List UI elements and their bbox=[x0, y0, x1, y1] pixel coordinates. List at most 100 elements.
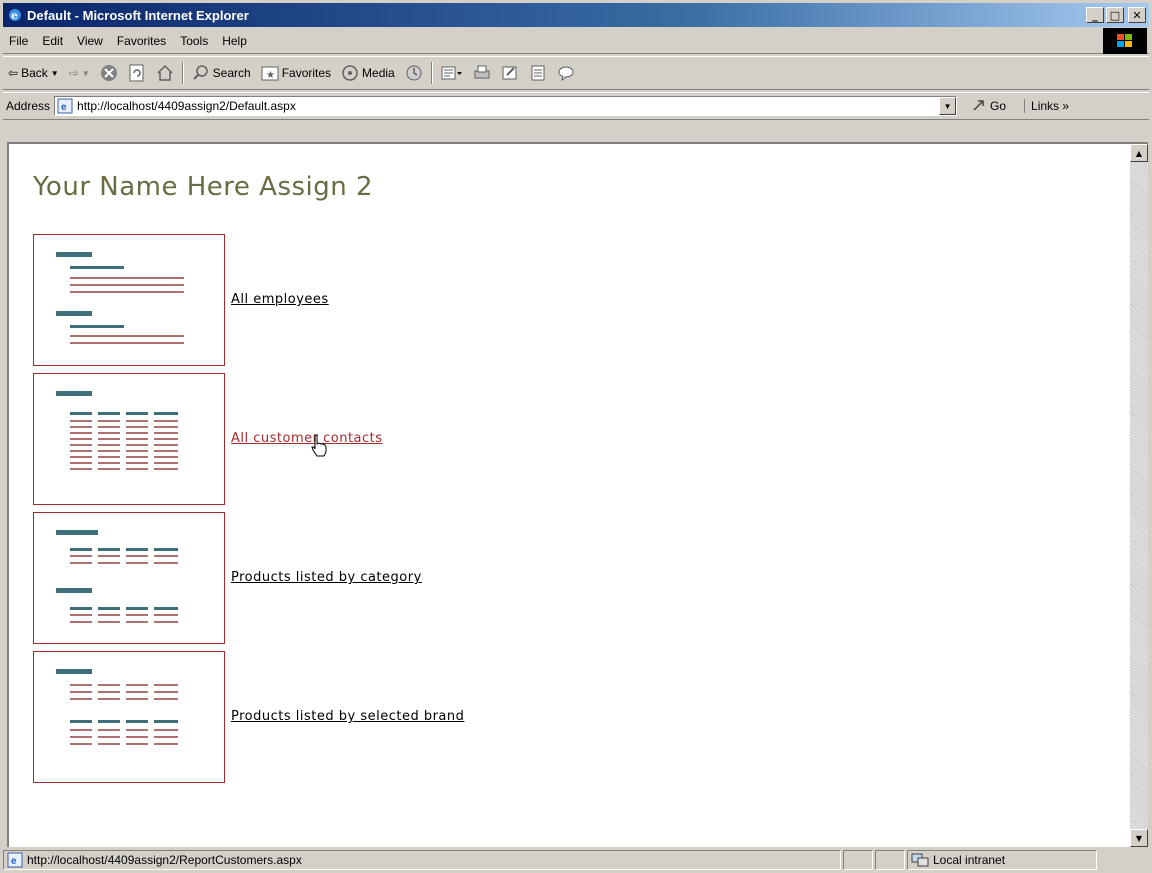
page-content: Your Name Here Assign 2 All employees Al… bbox=[9, 144, 1127, 847]
search-icon bbox=[192, 65, 208, 80]
dropdown-arrow-icon[interactable]: ▼ bbox=[51, 69, 59, 78]
media-button[interactable]: Media bbox=[336, 60, 400, 86]
forward-button[interactable]: ⇨ ▼ bbox=[64, 60, 95, 86]
scroll-down-button[interactable]: ▼ bbox=[1130, 829, 1148, 847]
back-label: Back bbox=[21, 66, 48, 80]
messenger-icon bbox=[558, 66, 574, 82]
address-input[interactable]: e http://localhost/4409assign2/Default.a… bbox=[54, 96, 958, 116]
toolbar-separator bbox=[430, 62, 433, 84]
report-thumbnail-grouped-table[interactable] bbox=[33, 512, 225, 644]
chevron-right-icon: » bbox=[1062, 99, 1070, 113]
report-thumbnail-table-columns[interactable] bbox=[33, 373, 225, 505]
discuss-button[interactable] bbox=[524, 60, 552, 86]
favorites-icon: ★ bbox=[261, 66, 279, 81]
menu-file[interactable]: File bbox=[3, 34, 35, 48]
standard-toolbar: ⇦ Back ▼ ⇨ ▼ Search ★ Favorites Media bbox=[3, 56, 1149, 90]
menu-help[interactable]: Help bbox=[215, 34, 254, 48]
windows-logo-icon bbox=[1103, 28, 1147, 54]
scroll-up-button[interactable]: ▲ bbox=[1130, 144, 1148, 162]
svg-text:e: e bbox=[11, 9, 18, 22]
svg-text:e: e bbox=[61, 102, 67, 113]
svg-text:★: ★ bbox=[266, 70, 275, 81]
refresh-icon bbox=[129, 64, 144, 82]
report-link-products-by-brand[interactable]: Products listed by selected brand bbox=[231, 709, 464, 724]
report-link-all-customer-contacts[interactable]: All customer contacts bbox=[231, 431, 383, 446]
discuss-icon bbox=[531, 65, 545, 81]
status-text: http://localhost/4409assign2/ReportCusto… bbox=[27, 853, 302, 867]
table-columns-icon bbox=[56, 391, 178, 470]
history-icon bbox=[406, 65, 422, 81]
zone-label: Local intranet bbox=[933, 853, 1006, 867]
hand-cursor-icon bbox=[311, 434, 327, 457]
page-viewport: Your Name Here Assign 2 All employees Al… bbox=[7, 142, 1148, 847]
go-button[interactable]: Go bbox=[971, 98, 1006, 114]
title-bar[interactable]: e Default - Microsoft Internet Explorer … bbox=[3, 3, 1149, 27]
stop-button[interactable] bbox=[95, 60, 123, 86]
print-icon bbox=[474, 65, 490, 79]
favorites-button[interactable]: ★ Favorites bbox=[256, 60, 336, 86]
maximize-button[interactable]: □ bbox=[1106, 7, 1124, 23]
messenger-button[interactable] bbox=[552, 60, 580, 86]
report-link-all-employees[interactable]: All employees bbox=[231, 292, 329, 307]
page-title: Your Name Here Assign 2 bbox=[33, 172, 374, 202]
grouped-list-icon bbox=[56, 252, 184, 344]
go-label: Go bbox=[990, 99, 1007, 113]
close-button[interactable]: ✕ bbox=[1128, 7, 1146, 23]
intranet-icon bbox=[911, 853, 929, 867]
home-icon bbox=[157, 64, 173, 81]
stop-icon bbox=[100, 65, 117, 81]
links-label: Links bbox=[1031, 99, 1060, 113]
window-title: Default - Microsoft Internet Explorer bbox=[27, 7, 249, 23]
address-dropdown-button[interactable]: ▼ bbox=[939, 97, 957, 115]
status-main-panel: e http://localhost/4409assign2/ReportCus… bbox=[3, 850, 841, 870]
address-url: http://localhost/4409assign2/Default.asp… bbox=[77, 99, 296, 113]
menu-edit[interactable]: Edit bbox=[35, 34, 70, 48]
print-button[interactable] bbox=[468, 60, 496, 86]
back-arrow-icon: ⇦ bbox=[8, 66, 19, 80]
grouped-table-alt-icon bbox=[56, 669, 178, 745]
mail-icon bbox=[441, 66, 462, 80]
mail-button[interactable] bbox=[436, 60, 468, 86]
vertical-scrollbar[interactable]: ▲ ▼ bbox=[1130, 144, 1148, 847]
favorites-label: Favorites bbox=[281, 66, 332, 80]
menu-view[interactable]: View bbox=[70, 34, 110, 48]
browser-window: e Default - Microsoft Internet Explorer … bbox=[0, 0, 1152, 873]
edit-icon bbox=[502, 66, 517, 80]
search-label: Search bbox=[212, 66, 251, 80]
menu-bar: File Edit View Favorites Tools Help bbox=[3, 28, 1149, 54]
minimize-button[interactable]: _ bbox=[1086, 7, 1104, 23]
dropdown-arrow-icon[interactable]: ▼ bbox=[82, 69, 90, 78]
toolbar-separator bbox=[181, 62, 184, 84]
search-button[interactable]: Search bbox=[187, 60, 256, 86]
security-zone-panel: Local intranet bbox=[907, 850, 1097, 870]
go-arrow-icon bbox=[973, 100, 984, 111]
report-thumbnail-grouped-list[interactable] bbox=[33, 234, 225, 366]
ie-page-icon: e bbox=[57, 98, 73, 114]
status-panel bbox=[875, 850, 905, 870]
menu-tools[interactable]: Tools bbox=[173, 34, 215, 48]
home-button[interactable] bbox=[151, 60, 179, 86]
ie-icon: e bbox=[9, 9, 21, 22]
edit-button[interactable] bbox=[496, 60, 524, 86]
svg-text:e: e bbox=[11, 856, 17, 867]
status-panel bbox=[843, 850, 873, 870]
report-row: All customer contacts bbox=[33, 373, 733, 507]
refresh-button[interactable] bbox=[123, 60, 151, 86]
report-row: All employees bbox=[33, 234, 733, 368]
address-label: Address bbox=[6, 99, 51, 113]
window-controls: _ □ ✕ bbox=[1086, 7, 1146, 23]
report-thumbnail-grouped-table-alt[interactable] bbox=[33, 651, 225, 783]
ie-page-icon: e bbox=[7, 852, 23, 868]
media-label: Media bbox=[362, 66, 395, 80]
back-button[interactable]: ⇦ Back ▼ bbox=[3, 60, 64, 86]
menu-favorites[interactable]: Favorites bbox=[110, 34, 173, 48]
grouped-table-icon bbox=[56, 530, 178, 623]
report-row: Products listed by category bbox=[33, 512, 733, 646]
address-bar: Address e http://localhost/4409assign2/D… bbox=[3, 92, 1149, 120]
media-icon bbox=[342, 65, 358, 81]
forward-arrow-icon: ⇨ bbox=[68, 66, 79, 80]
report-row: Products listed by selected brand bbox=[33, 651, 733, 785]
links-button[interactable]: Links » bbox=[1024, 99, 1069, 113]
report-link-products-by-category[interactable]: Products listed by category bbox=[231, 570, 422, 585]
history-button[interactable] bbox=[400, 60, 428, 86]
